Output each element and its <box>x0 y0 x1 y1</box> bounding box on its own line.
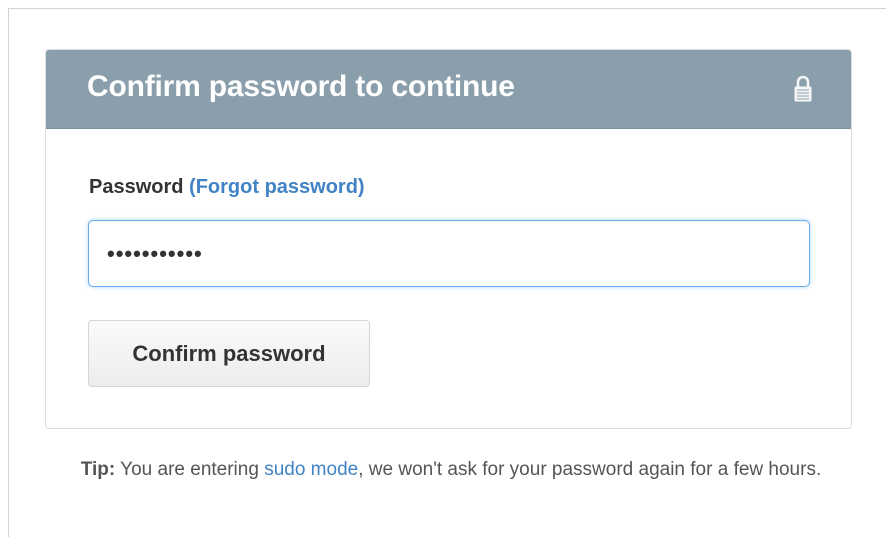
tip-label: Tip: <box>80 459 116 480</box>
sudo-tip: Tip: You are entering sudo mode, we won'… <box>38 455 864 485</box>
lock-icon <box>793 74 813 104</box>
password-label-row: Password (Forgot password) <box>89 176 365 199</box>
panel-title: Confirm password to continue <box>87 70 515 103</box>
password-label: Password <box>89 176 184 198</box>
confirm-password-panel: Confirm password to continue Password (F… <box>45 49 852 429</box>
forgot-password-link[interactable]: (Forgot password) <box>189 176 365 198</box>
tip-text-after: , we won't ask for your password again f… <box>358 459 822 480</box>
sudo-mode-link[interactable]: sudo mode <box>264 459 358 480</box>
confirm-password-button[interactable]: Confirm password <box>88 320 370 387</box>
panel-header: Confirm password to continue <box>46 50 851 129</box>
tip-text-before: You are entering <box>115 459 265 480</box>
password-input[interactable] <box>88 220 810 287</box>
